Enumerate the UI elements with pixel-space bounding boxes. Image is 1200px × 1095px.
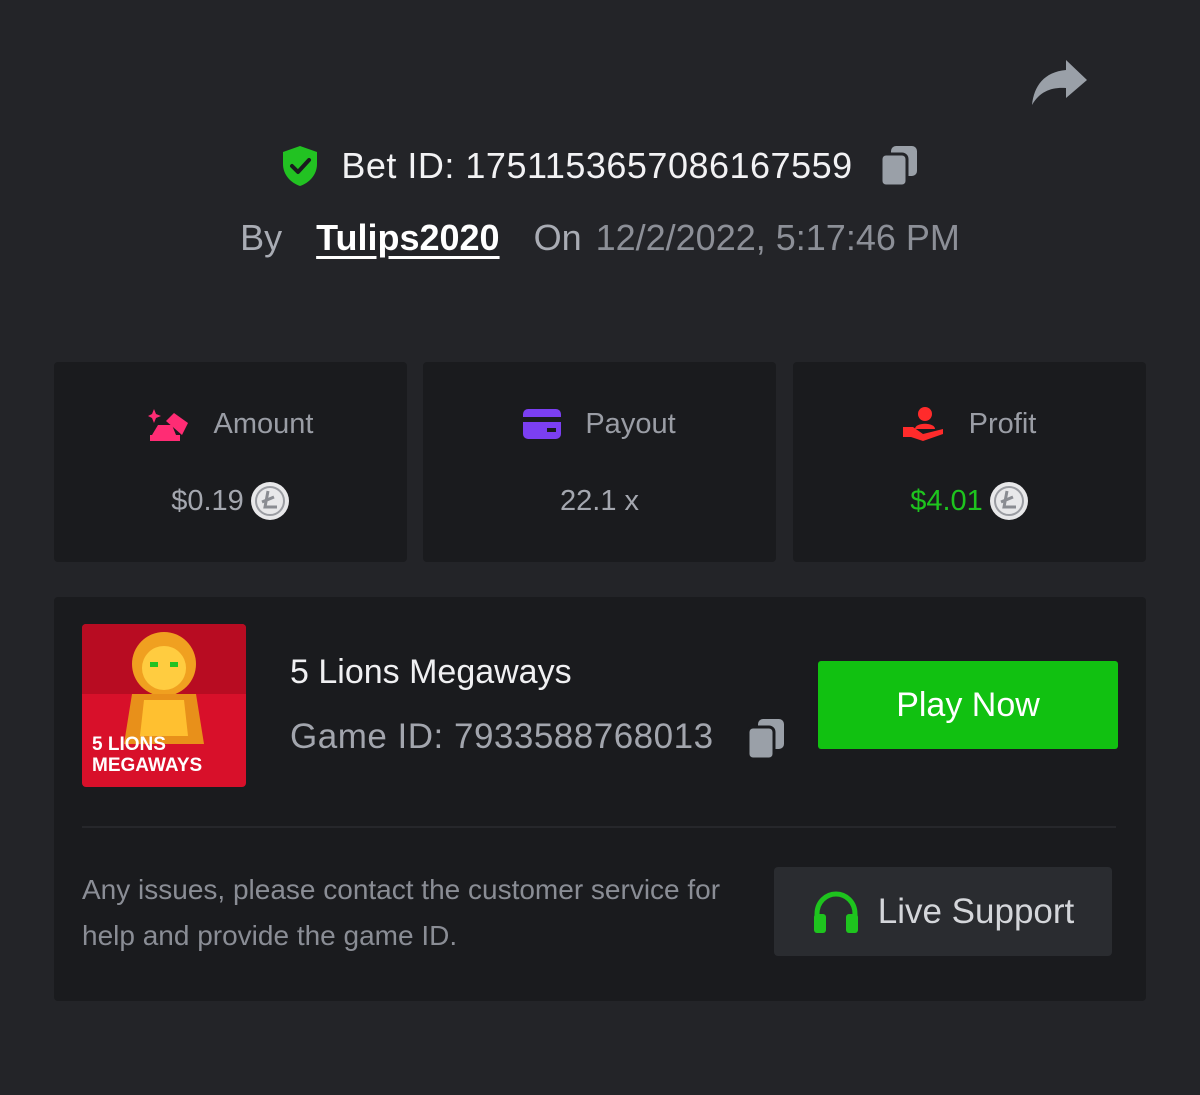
share-icon[interactable] bbox=[1030, 58, 1088, 108]
bet-meta-row: By Tulips2020 On 12/2/2022, 5:17:46 PM bbox=[0, 212, 1200, 264]
bet-id-row: Bet ID: 1751153657086167559 bbox=[0, 140, 1200, 192]
game-thumbnail[interactable]: 5 LIONS MEGAWAYS bbox=[82, 624, 246, 787]
amount-label: Amount bbox=[213, 407, 314, 440]
live-support-button[interactable]: Live Support bbox=[774, 867, 1112, 956]
payout-card: Payout 22.1 x bbox=[423, 362, 776, 562]
amount-value: $0.19 bbox=[171, 484, 244, 517]
hand-user-icon bbox=[902, 407, 943, 441]
play-now-button[interactable]: Play Now bbox=[818, 661, 1118, 749]
profit-value: $4.01 bbox=[910, 484, 983, 517]
payout-label: Payout bbox=[585, 407, 676, 440]
bet-id: Bet ID: 1751153657086167559 bbox=[341, 145, 853, 186]
game-title[interactable]: 5 Lions Megaways bbox=[290, 653, 572, 692]
headphones-icon bbox=[813, 890, 858, 933]
gold-bars-icon bbox=[147, 409, 188, 441]
thumb-title-line1: 5 LIONS bbox=[92, 734, 166, 755]
profit-label: Profit bbox=[968, 407, 1037, 440]
copy-game-id-icon[interactable] bbox=[746, 717, 786, 761]
on-label: On bbox=[533, 217, 582, 258]
litecoin-icon bbox=[989, 482, 1028, 520]
game-id: Game ID: 7933588768013 bbox=[290, 717, 714, 756]
username-link[interactable]: Tulips2020 bbox=[316, 217, 499, 259]
by-label: By bbox=[240, 217, 283, 258]
game-panel: 5 LIONS MEGAWAYS 5 Lions Megaways Game I… bbox=[54, 597, 1146, 1001]
verified-shield-icon bbox=[283, 146, 318, 186]
divider bbox=[82, 826, 1116, 828]
litecoin-icon bbox=[250, 482, 289, 520]
profit-card: Profit $4.01 bbox=[793, 362, 1146, 562]
live-support-label: Live Support bbox=[877, 891, 1075, 931]
support-notice: Any issues, please contact the customer … bbox=[82, 874, 721, 951]
thumb-title-line2: MEGAWAYS bbox=[92, 755, 202, 776]
copy-bet-id-icon[interactable] bbox=[879, 144, 919, 188]
amount-card: Amount $0.19 bbox=[54, 362, 407, 562]
bet-datetime: 12/2/2022, 5:17:46 PM bbox=[595, 217, 960, 258]
card-icon bbox=[523, 409, 562, 439]
payout-value: 22.1 x bbox=[560, 484, 639, 517]
